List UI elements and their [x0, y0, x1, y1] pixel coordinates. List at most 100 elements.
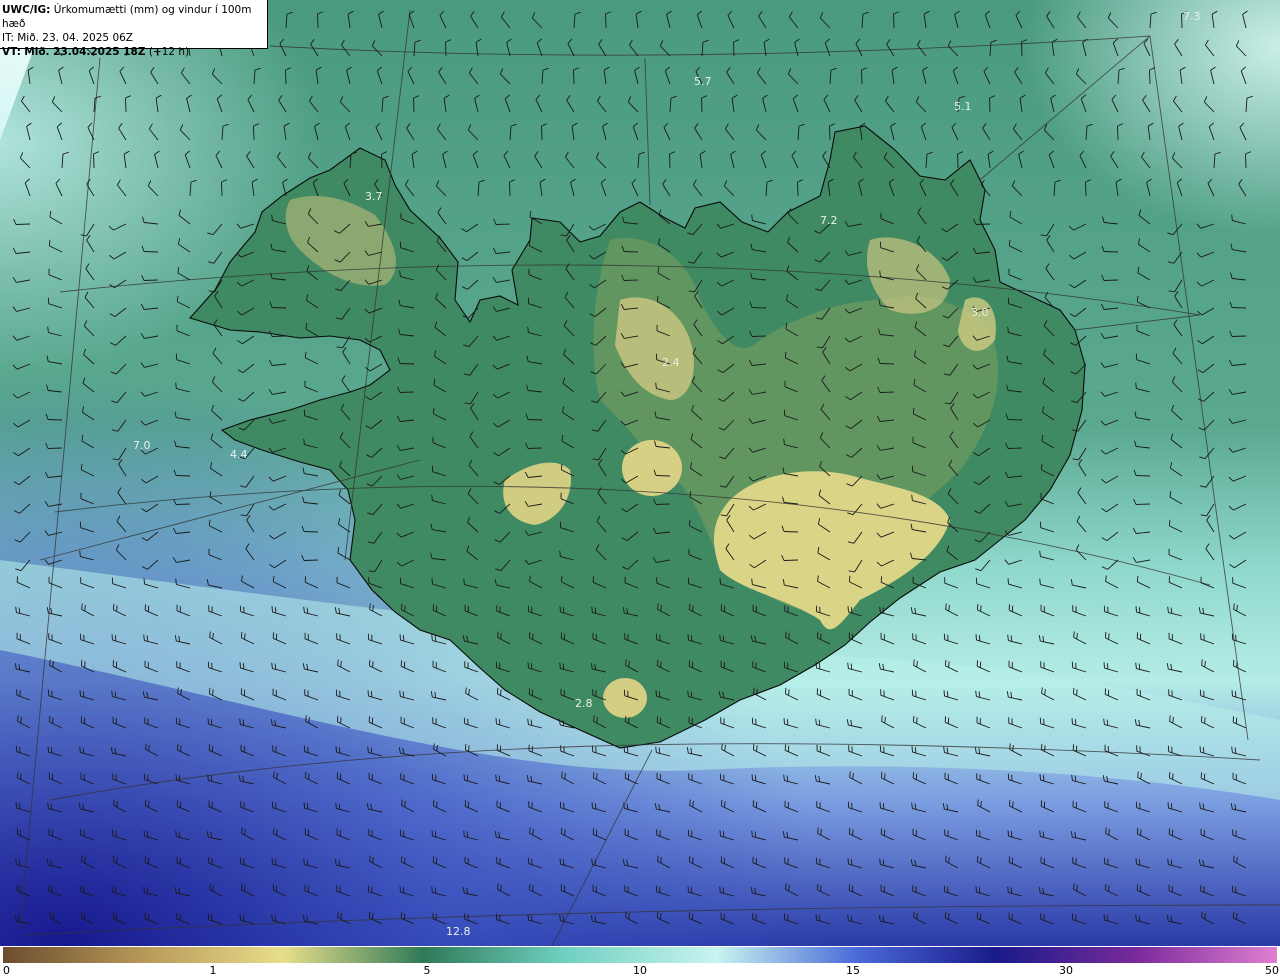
initial-time: IT: Mið. 23. 04. 2025 06Z [2, 32, 133, 44]
wind-barb-feather [271, 606, 273, 613]
wind-barb [399, 363, 415, 365]
wind-barb-feather [498, 719, 501, 726]
wind-barb-feather [1039, 774, 1041, 781]
wind-barb-feather [530, 915, 533, 922]
wind-barb-feather [884, 773, 886, 780]
wind-barb-feather [528, 883, 531, 890]
wind-barb-feather [880, 771, 883, 778]
wind-barb-feather [1234, 691, 1237, 698]
wind-barb-feather [1074, 719, 1077, 726]
wind-barb-feather [559, 606, 561, 613]
wind-barb-feather [338, 747, 341, 754]
wind-barb-feather [660, 661, 662, 668]
wind-barb [655, 475, 671, 477]
wind-barb-feather [16, 771, 19, 778]
wind-barb-feather [560, 463, 563, 470]
wind-barb-feather [116, 605, 118, 612]
wind-barb-feather [368, 659, 371, 666]
wind-barb-feather [815, 662, 817, 669]
colorbar-tick: 10 [633, 964, 647, 977]
wind-barb-feather [1076, 689, 1078, 696]
wind-barb-feather [562, 607, 565, 614]
wind-barb-feather [720, 799, 723, 806]
wind-barb-feather [784, 351, 787, 358]
wind-barb-feather [591, 802, 593, 809]
precipitation-colorbar: 0 1 5 10 15 30 50 [0, 946, 1280, 978]
wind-barb-feather [48, 715, 51, 722]
wind-barb-feather [304, 351, 307, 358]
precipitation-wind-map [0, 0, 1280, 946]
wind-barb-feather [1199, 746, 1201, 753]
wind-barb-feather [48, 239, 51, 246]
value-label: 12.8 [446, 925, 471, 938]
wind-barb-feather [688, 519, 691, 526]
wind-barb [303, 531, 319, 533]
wind-barb-feather [592, 771, 595, 778]
wind-barb-feather [1138, 859, 1141, 866]
wind-barb-feather [404, 605, 406, 612]
wind-barb-feather [560, 827, 563, 834]
wind-barb-feather [276, 829, 278, 836]
wind-barb-feather [308, 773, 310, 780]
wind-barb [541, 125, 543, 141]
wind-barb [879, 391, 895, 393]
wind-barb-feather [143, 830, 145, 837]
wind-barb-feather [1204, 717, 1206, 724]
wind-barb-feather [655, 690, 657, 697]
wind-barb [861, 69, 863, 85]
wind-barb-feather [20, 773, 22, 780]
wind-barb-feather [244, 885, 246, 892]
wind-barb-feather [943, 690, 945, 697]
wind-barb-feather [463, 774, 465, 781]
wind-barb-feather [208, 687, 211, 694]
wind-barb [175, 503, 191, 505]
wind-barb-feather [754, 775, 757, 782]
colorbar-strip [3, 947, 1277, 963]
wind-barb-feather [530, 663, 533, 670]
wind-barb-feather [722, 831, 725, 838]
wind-barb-feather [976, 855, 979, 862]
wind-barb-feather [111, 634, 113, 641]
wind-barb [623, 279, 639, 281]
wind-barb-feather [527, 662, 529, 669]
wind-barb-feather [559, 858, 561, 865]
wind-barb [1117, 125, 1119, 141]
wind-barb-feather [367, 690, 369, 697]
wind-barb [285, 69, 287, 85]
wind-barb [143, 251, 159, 253]
wind-barb [1149, 69, 1151, 85]
wind-barb-feather [434, 831, 437, 838]
wind-barb-feather [527, 914, 529, 921]
wind-barb [47, 447, 63, 449]
wind-barb [605, 13, 607, 29]
wind-barb-feather [687, 634, 689, 641]
wind-barb-feather [1012, 801, 1014, 808]
wind-barb-feather [1231, 690, 1233, 697]
value-label: 7.2 [820, 214, 838, 227]
colorbar-tick: 5 [423, 964, 431, 977]
wind-barb [413, 97, 415, 113]
wind-barb [989, 97, 991, 113]
wind-barb-feather [658, 691, 661, 698]
wind-barb [879, 363, 895, 365]
wind-barb-feather [1103, 662, 1105, 669]
wind-barb-feather [532, 633, 534, 640]
wind-barb-feather [818, 915, 821, 922]
wind-barb-feather [1138, 607, 1141, 614]
wind-barb-feather [372, 913, 374, 920]
wind-barb-feather [52, 717, 54, 724]
wind-barb-feather [272, 575, 275, 582]
wind-barb-feather [178, 775, 181, 782]
wind-barb [623, 251, 639, 253]
value-label: 2.4 [662, 356, 680, 369]
wind-barb-feather [239, 914, 241, 921]
value-label: 5.7 [694, 75, 712, 88]
wind-barb-feather [719, 830, 721, 837]
wind-barb [1085, 181, 1087, 197]
wind-barb-feather [1168, 771, 1171, 778]
map-canvas [0, 0, 1280, 946]
wind-barb-feather [84, 661, 86, 668]
wind-barb-feather [431, 578, 433, 585]
wind-barb-feather [399, 886, 401, 893]
wind-barb-feather [594, 803, 597, 810]
